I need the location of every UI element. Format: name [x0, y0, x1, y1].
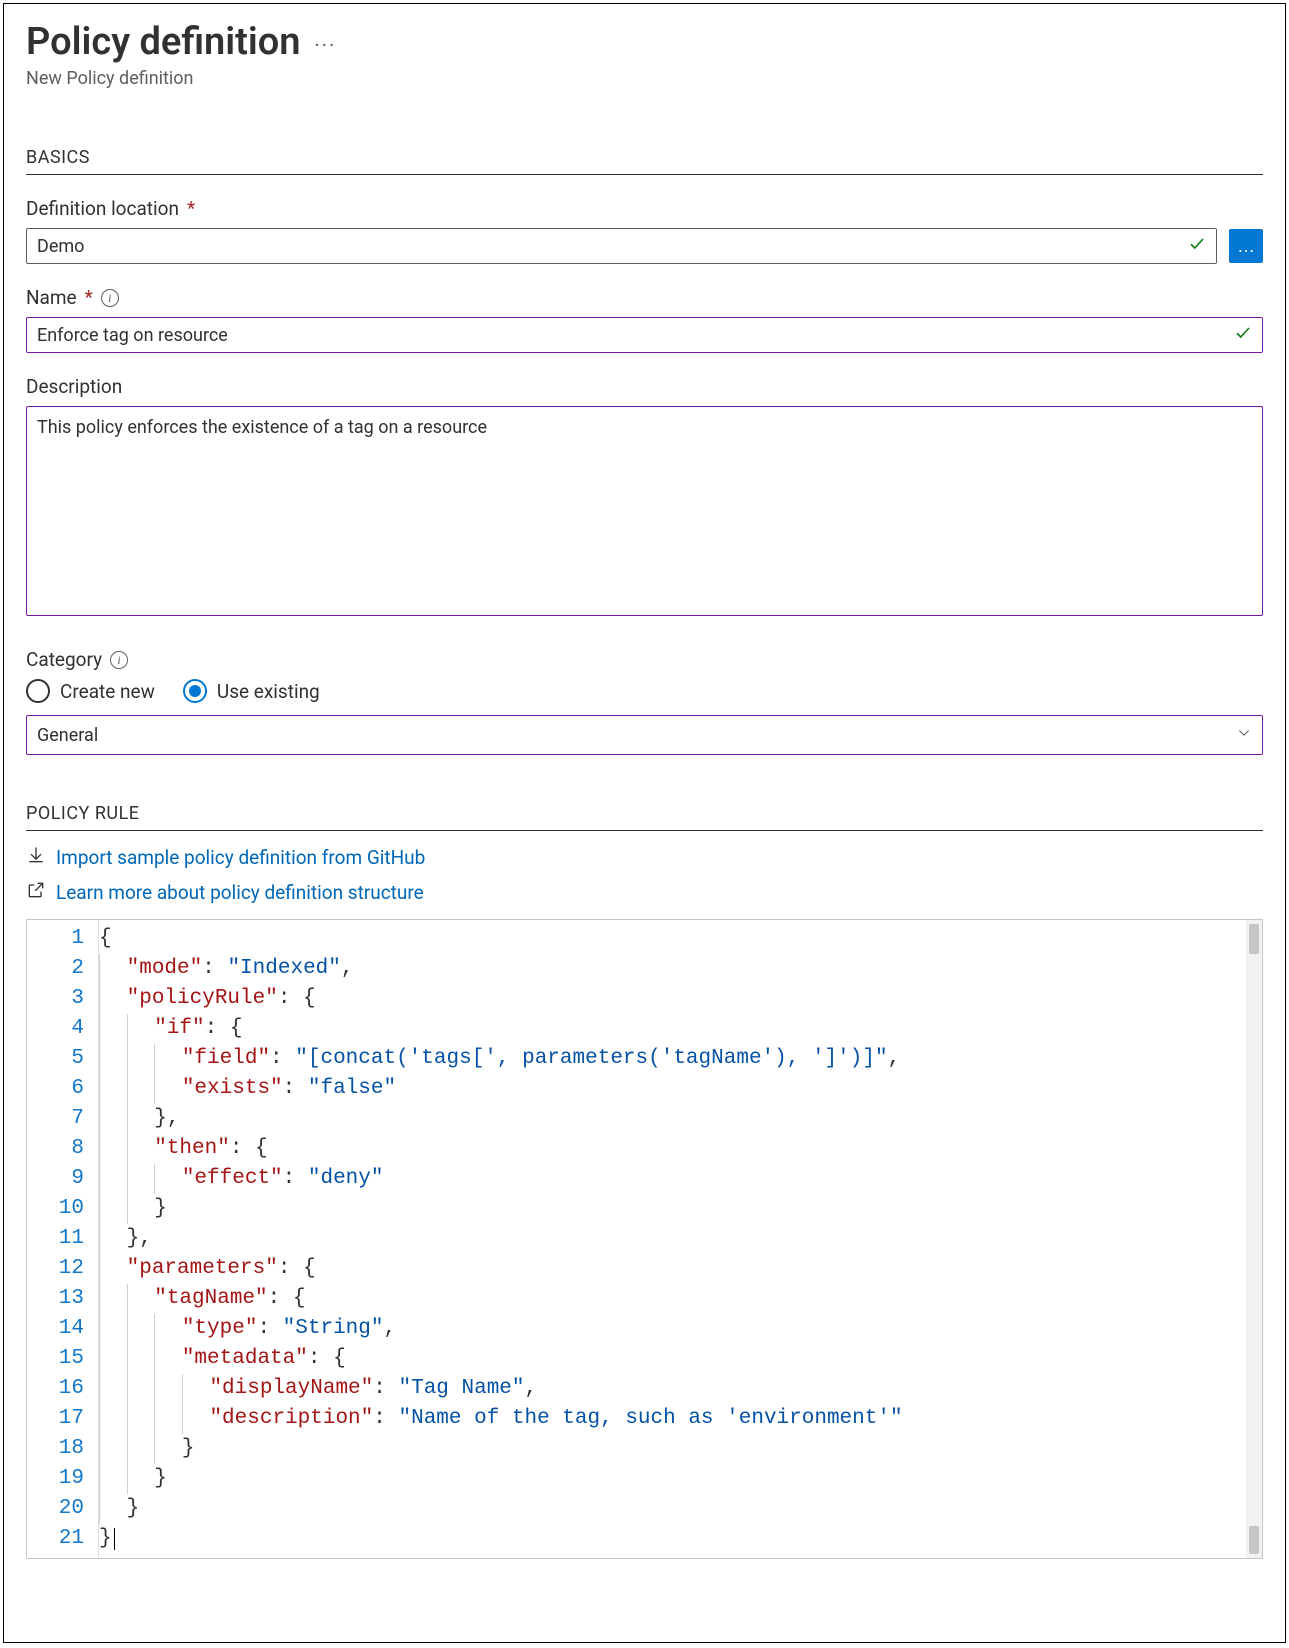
external-link-icon [26, 880, 46, 905]
code-content[interactable]: { "mode": "Indexed", "policyRule": { "if… [99, 920, 1262, 1558]
description-label: Description [26, 375, 1263, 398]
scrollbar-thumb[interactable] [1249, 1526, 1259, 1554]
info-icon[interactable]: i [101, 289, 119, 307]
scrollbar-thumb[interactable] [1249, 924, 1259, 954]
page-subtitle: New Policy definition [26, 68, 1263, 89]
more-actions-button[interactable]: ··· [315, 33, 337, 57]
category-use-existing-radio[interactable]: Use existing [183, 679, 320, 703]
definition-location-input[interactable]: Demo [26, 228, 1217, 264]
section-policy-rule-heading: POLICY RULE [26, 803, 1263, 831]
code-scrollbar[interactable] [1246, 920, 1262, 1558]
policy-rule-editor[interactable]: 123456789101112131415161718192021 { "mod… [26, 919, 1263, 1559]
category-create-new-radio[interactable]: Create new [26, 679, 155, 703]
code-gutter: 123456789101112131415161718192021 [27, 920, 99, 1558]
definition-location-picker-button[interactable]: … [1229, 229, 1263, 263]
page-title: Policy definition [26, 20, 301, 64]
category-label: Category i [26, 648, 1263, 671]
check-icon [1234, 324, 1252, 347]
name-value: Enforce tag on resource [37, 325, 228, 346]
definition-location-value: Demo [37, 236, 84, 257]
learn-more-link[interactable]: Learn more about policy definition struc… [26, 880, 1263, 905]
download-icon [26, 845, 46, 870]
name-input[interactable]: Enforce tag on resource [26, 317, 1263, 353]
description-textarea[interactable] [26, 406, 1263, 616]
category-use-existing-label: Use existing [217, 680, 320, 703]
category-select[interactable]: General [26, 715, 1263, 755]
section-basics-heading: BASICS [26, 147, 1263, 175]
category-create-new-label: Create new [60, 680, 155, 703]
chevron-down-icon [1236, 725, 1252, 746]
import-github-link-text[interactable]: Import sample policy definition from Git… [56, 846, 425, 869]
learn-more-link-text[interactable]: Learn more about policy definition struc… [56, 881, 424, 904]
category-value: General [37, 725, 98, 746]
import-github-link[interactable]: Import sample policy definition from Git… [26, 845, 1263, 870]
check-icon [1188, 235, 1206, 258]
info-icon[interactable]: i [110, 651, 128, 669]
name-label: Name * i [26, 286, 1263, 309]
ellipsis-icon: … [1237, 236, 1255, 257]
definition-location-label: Definition location * [26, 197, 1263, 220]
